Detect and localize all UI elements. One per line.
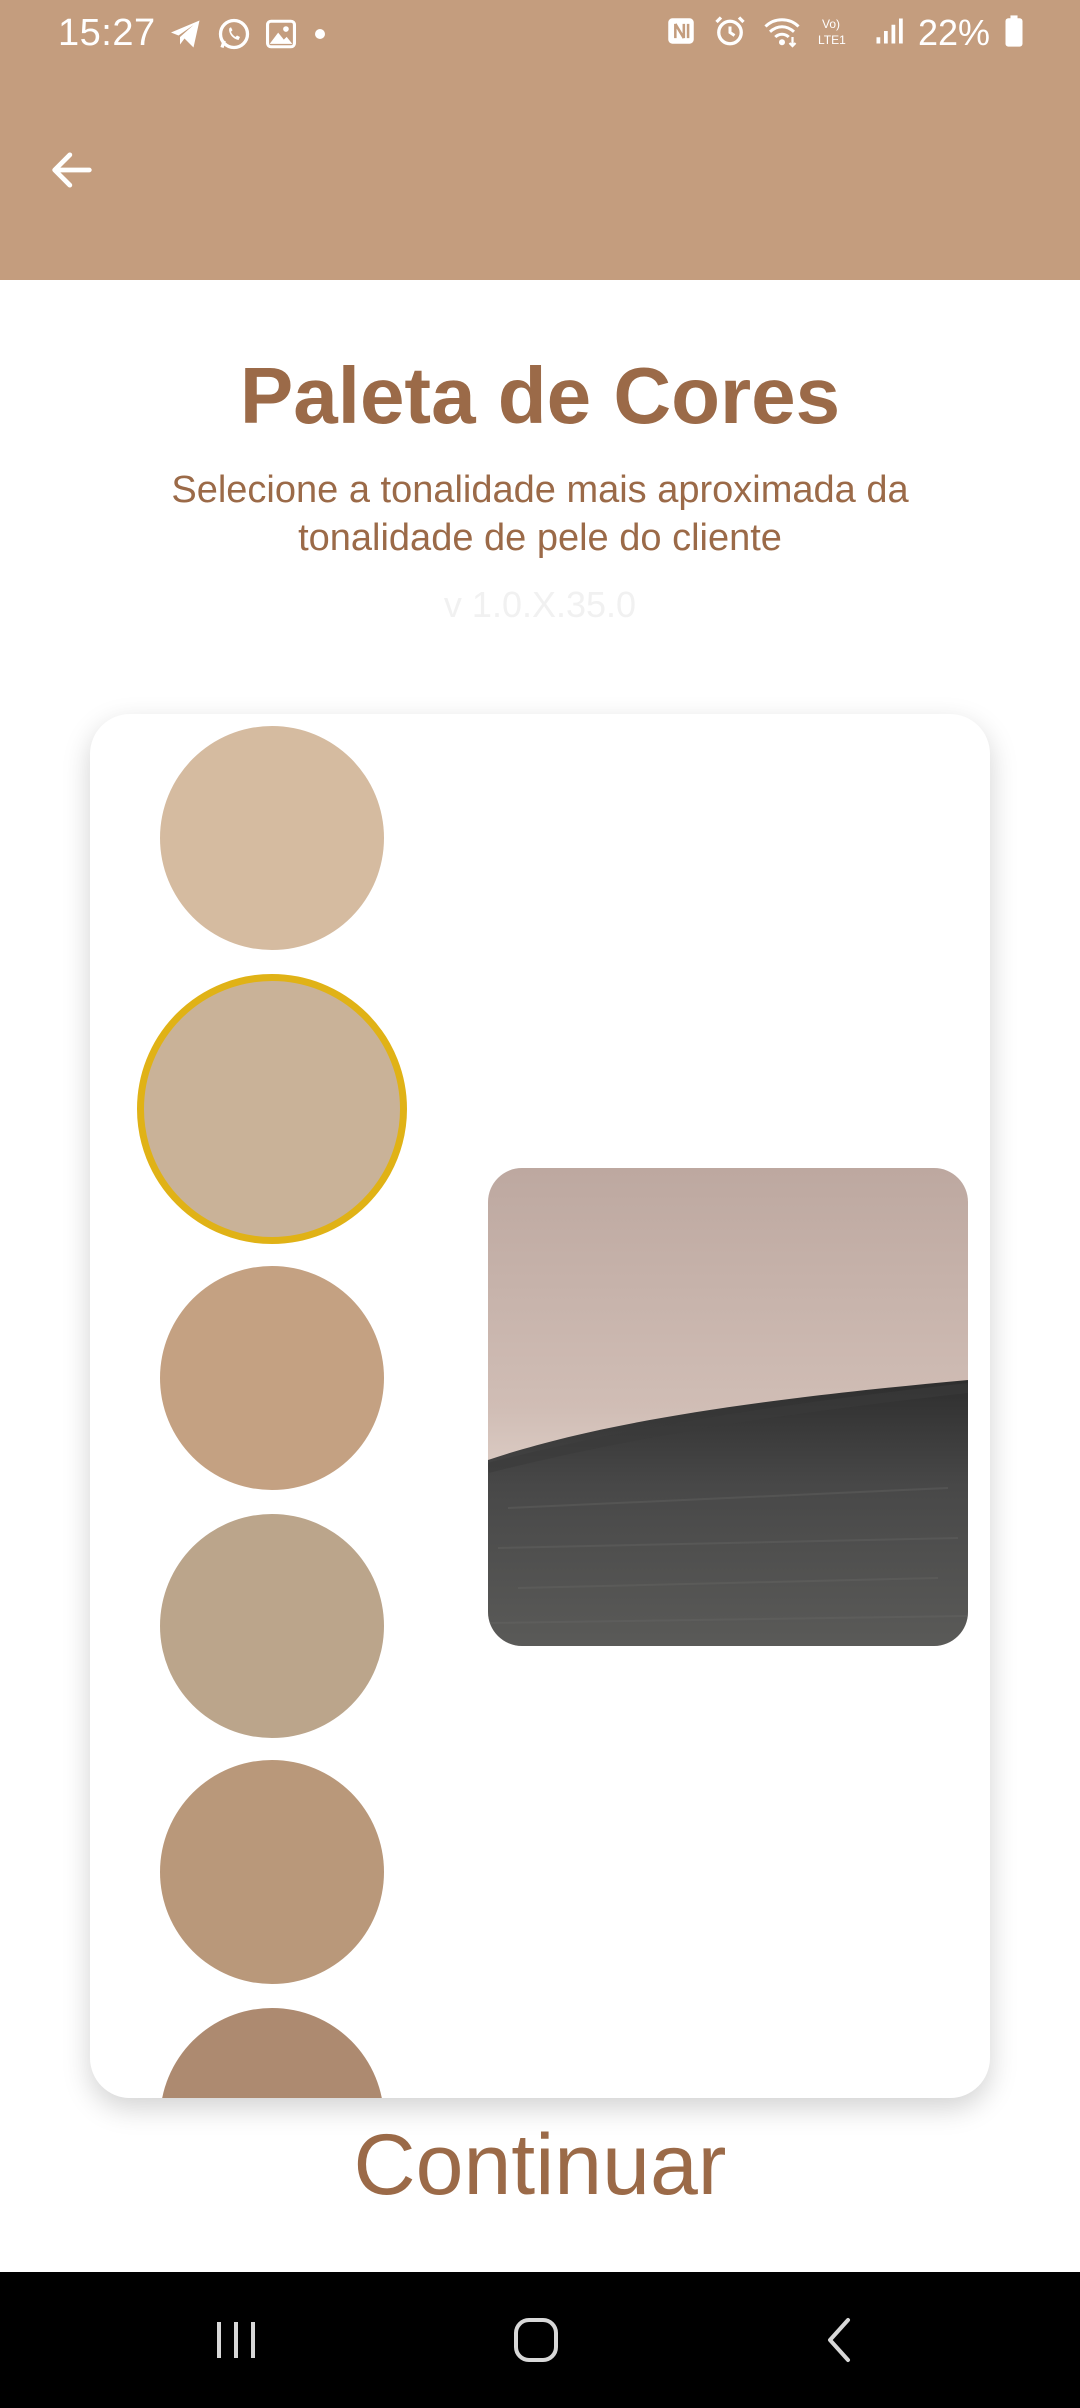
status-bar: 15:27 Vo) LTE1 22%	[0, 0, 1080, 72]
color-swatch[interactable]	[160, 1514, 384, 1738]
gallery-icon	[264, 17, 298, 56]
color-swatch[interactable]	[160, 2008, 384, 2098]
battery-icon	[1004, 14, 1024, 53]
whatsapp-icon	[216, 16, 252, 57]
app-bar: 15:27 Vo) LTE1 22%	[0, 0, 1080, 280]
home-icon	[511, 2315, 561, 2370]
screen: 15:27 Vo) LTE1 22% Paleta de Cores Selec…	[0, 0, 1080, 2408]
dot-icon	[310, 24, 330, 49]
wifi-icon	[762, 13, 802, 54]
version-label: v 1.0.X.35.0	[443, 584, 637, 625]
nfc-icon	[664, 14, 698, 53]
color-swatch[interactable]	[160, 1266, 384, 1490]
system-nav-bar	[0, 2272, 1080, 2408]
home-button[interactable]	[496, 2302, 576, 2382]
alarm-icon	[712, 13, 748, 54]
back-icon	[820, 2315, 860, 2370]
page-title: Paleta de Cores	[239, 351, 841, 440]
page-subtitle: Selecione a tonalidade mais aproximada d…	[171, 469, 909, 559]
nav-back-button[interactable]	[800, 2302, 880, 2382]
arrow-left-icon	[46, 144, 98, 201]
palette-card	[90, 714, 990, 2098]
svg-text:LTE1: LTE1	[818, 33, 846, 47]
status-system-icons: Vo) LTE1 22%	[664, 12, 1024, 54]
telegram-icon	[168, 16, 204, 57]
continue-button[interactable]: Continuar	[240, 2116, 840, 2226]
recent-apps-button[interactable]	[196, 2302, 276, 2382]
status-notification-icons	[168, 16, 330, 57]
color-swatch[interactable]	[160, 726, 384, 950]
status-time: 15:27	[58, 12, 156, 54]
volte-icon: Vo) LTE1	[816, 14, 860, 53]
battery-percentage: 22%	[917, 12, 990, 53]
signal-icon	[874, 16, 904, 51]
svg-text:Vo): Vo)	[822, 17, 840, 31]
skin-sample-photo	[488, 1168, 968, 1646]
back-button[interactable]	[40, 140, 104, 204]
recent-apps-icon	[211, 2318, 261, 2367]
color-swatch[interactable]	[160, 1760, 384, 1984]
skin-sample-image	[488, 1168, 968, 1646]
color-swatch-selected[interactable]	[137, 974, 407, 1244]
